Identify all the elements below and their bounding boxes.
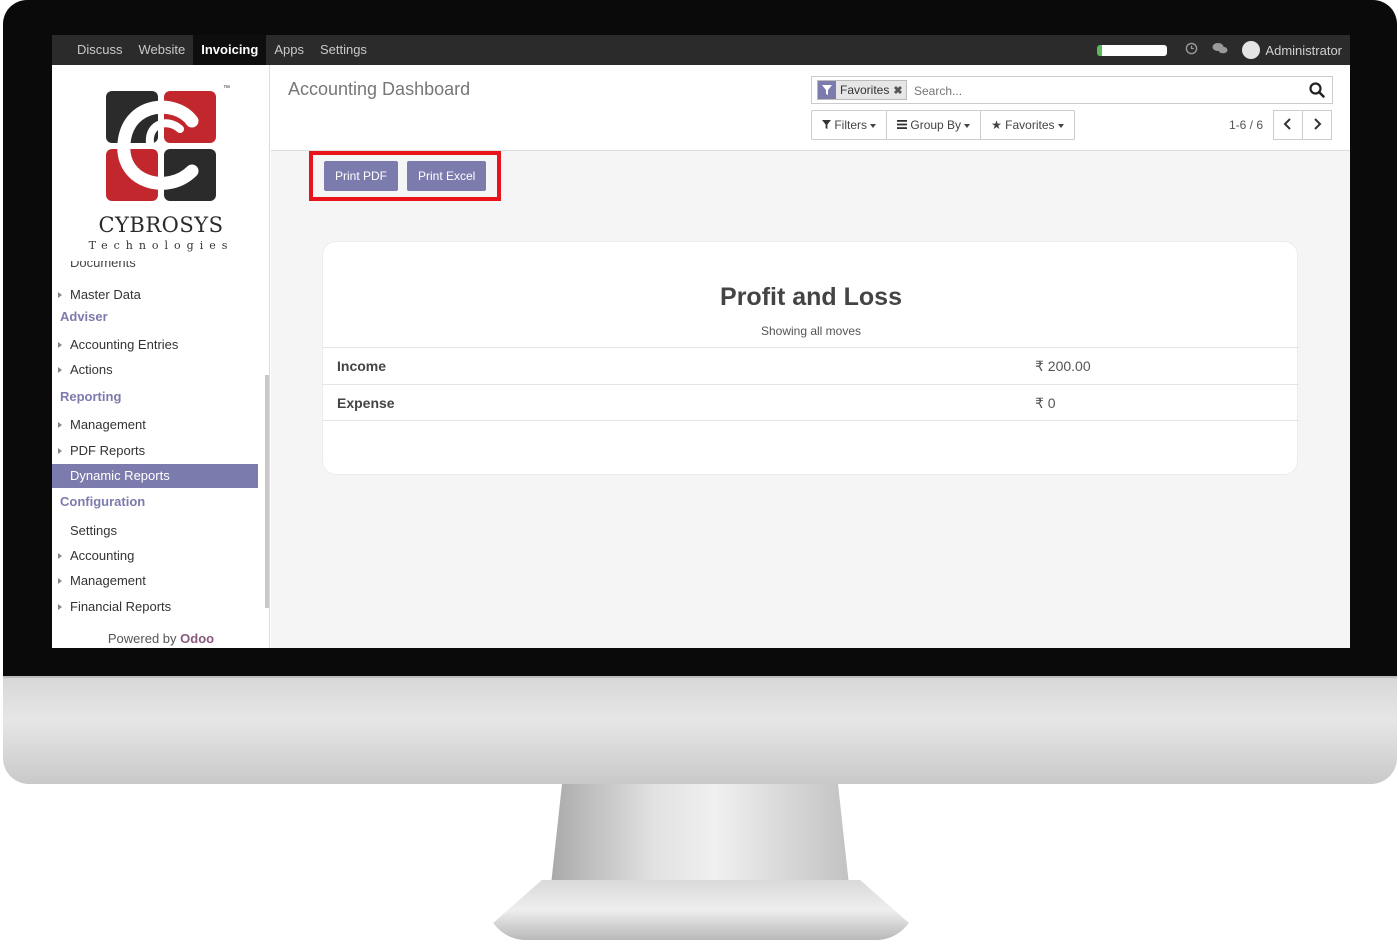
caret-down-icon (964, 123, 971, 128)
caret-right-icon (58, 342, 62, 348)
sidebar-item-accounting[interactable]: Accounting (52, 544, 258, 568)
top-menu-website[interactable]: Website (131, 35, 194, 65)
sidebar-item-label: Financial Reports (70, 599, 172, 614)
caret-right-icon (58, 292, 62, 298)
favorites-label: Favorites (1005, 118, 1055, 132)
filters-label: Filters (834, 118, 868, 132)
chat-icon[interactable] (1212, 42, 1228, 58)
search-facet-label: Favorites (840, 83, 890, 97)
report-row-expense[interactable]: Expense ₹ 0 (323, 384, 1299, 421)
sidebar-item-dynamic-reports[interactable]: Dynamic Reports (52, 464, 258, 488)
search-facet[interactable]: Favorites ✖ (817, 80, 907, 100)
sidebar-item-master-data[interactable]: Master Data (52, 283, 258, 307)
caret-down-icon (870, 123, 877, 128)
bars-icon (897, 120, 908, 129)
company-logo: ™ CYBROSYS Technologies (71, 79, 251, 259)
sidebar-section-configuration: Configuration (60, 494, 146, 509)
caret-right-icon (58, 604, 62, 610)
report-card: Profit and Loss Showing all moves Income… (322, 241, 1299, 475)
top-menu-apps[interactable]: Apps (266, 35, 312, 65)
sidebar-section-adviser: Adviser (60, 309, 108, 324)
report-title: Profit and Loss (720, 283, 902, 311)
favorites-button[interactable]: ★ Favorites (981, 111, 1073, 139)
sidebar-item-management-config[interactable]: Management (52, 569, 258, 593)
report-row-income[interactable]: Income ₹ 200.00 (323, 347, 1299, 384)
powered-by: Powered by Odoo (52, 631, 269, 646)
chevron-left-icon (1283, 118, 1291, 130)
logo-name: CYBROSYS (98, 213, 224, 237)
sidebar-item-actions[interactable]: Actions (52, 358, 258, 382)
sidebar-item-settings[interactable]: Settings (52, 519, 258, 543)
search-bar[interactable]: Favorites ✖ (811, 76, 1333, 104)
search-options: Filters Group By ★ Favorites (811, 110, 1075, 140)
sidebar-item-label: Master Data (70, 287, 141, 302)
report-row-label: Income (337, 358, 387, 374)
caret-right-icon (58, 553, 62, 559)
sidebar-item-documents[interactable]: Documents (70, 261, 136, 269)
sidebar-item-financial-reports[interactable]: Financial Reports (52, 595, 258, 619)
sidebar-item-management[interactable]: Management (52, 413, 258, 437)
sidebar-item-label: Settings (70, 523, 117, 538)
pager-value[interactable]: 1-6 / 6 (1229, 118, 1263, 132)
top-menu-settings[interactable]: Settings (312, 35, 375, 65)
caret-right-icon (58, 448, 62, 454)
control-panel: Accounting Dashboard Favorites ✖ Fil (271, 65, 1350, 151)
group-by-button[interactable]: Group By (887, 111, 982, 139)
sidebar-item-label: Management (70, 573, 146, 588)
pager-next-button[interactable] (1302, 110, 1332, 140)
systray: Administrator (1097, 35, 1342, 65)
filters-button[interactable]: Filters (812, 111, 888, 139)
sidebar-item-label: Accounting Entries (70, 337, 179, 352)
top-menu-invoicing[interactable]: Invoicing (193, 35, 267, 65)
group-by-label: Group By (910, 118, 962, 132)
powered-by-text: Powered by (107, 631, 177, 646)
odoo-link[interactable]: Odoo (180, 631, 214, 646)
sidebar-section-reporting: Reporting (60, 389, 122, 404)
loading-progress-bar (1097, 44, 1168, 56)
sidebar: ™ CYBROSYS Technologies Documents Master… (52, 65, 270, 648)
report-row-value: ₹ 200.00 (1035, 358, 1091, 374)
sidebar-item-accounting-entries[interactable]: Accounting Entries (52, 333, 258, 357)
pager-previous-button[interactable] (1273, 110, 1303, 140)
remove-facet-icon[interactable]: ✖ (893, 84, 905, 97)
sidebar-scrollbar[interactable] (265, 375, 269, 608)
chevron-right-icon (1314, 118, 1322, 130)
user-menu[interactable]: Administrator (1265, 43, 1342, 58)
sidebar-item-label: Management (70, 417, 146, 432)
report-row-value: ₹ 0 (1035, 395, 1056, 411)
filter-icon (822, 120, 831, 129)
monitor-stand-base (486, 880, 916, 940)
clock-icon[interactable] (1185, 42, 1198, 58)
star-icon: ★ (991, 118, 1002, 132)
screen: Discuss Website Invoicing Apps Settings … (52, 35, 1350, 648)
report-subtitle: Showing all moves (760, 324, 862, 338)
caret-right-icon (58, 578, 62, 584)
main-content: Accounting Dashboard Favorites ✖ Fil (271, 65, 1350, 648)
sidebar-item-label: Dynamic Reports (70, 468, 170, 483)
report-row-label: Expense (337, 395, 395, 411)
caret-right-icon (58, 367, 62, 373)
user-avatar[interactable] (1242, 41, 1261, 59)
sidebar-item-pdf-reports[interactable]: PDF Reports (52, 439, 258, 463)
page-title: Accounting Dashboard (288, 79, 471, 99)
top-navbar: Discuss Website Invoicing Apps Settings … (52, 35, 1350, 65)
filter-icon (818, 81, 836, 99)
sidebar-item-label: PDF Reports (70, 443, 146, 458)
top-menu-discuss[interactable]: Discuss (69, 35, 131, 65)
logo-c-mark (117, 100, 199, 190)
search-input[interactable] (914, 81, 1294, 101)
monitor-chin (3, 676, 1397, 784)
sidebar-item-label: Accounting (70, 548, 135, 563)
caret-right-icon (58, 422, 62, 428)
logo-subtitle: Technologies (88, 239, 234, 252)
logo-tm: ™ (223, 85, 230, 92)
print-pdf-button[interactable]: Print PDF (324, 161, 399, 191)
top-menu: Discuss Website Invoicing Apps Settings (69, 35, 375, 65)
search-icon[interactable] (1309, 82, 1325, 98)
caret-down-icon (1057, 123, 1064, 128)
sidebar-item-label: Actions (70, 362, 113, 377)
print-excel-button[interactable]: Print Excel (407, 161, 487, 191)
monitor-stand-neck (550, 784, 850, 894)
